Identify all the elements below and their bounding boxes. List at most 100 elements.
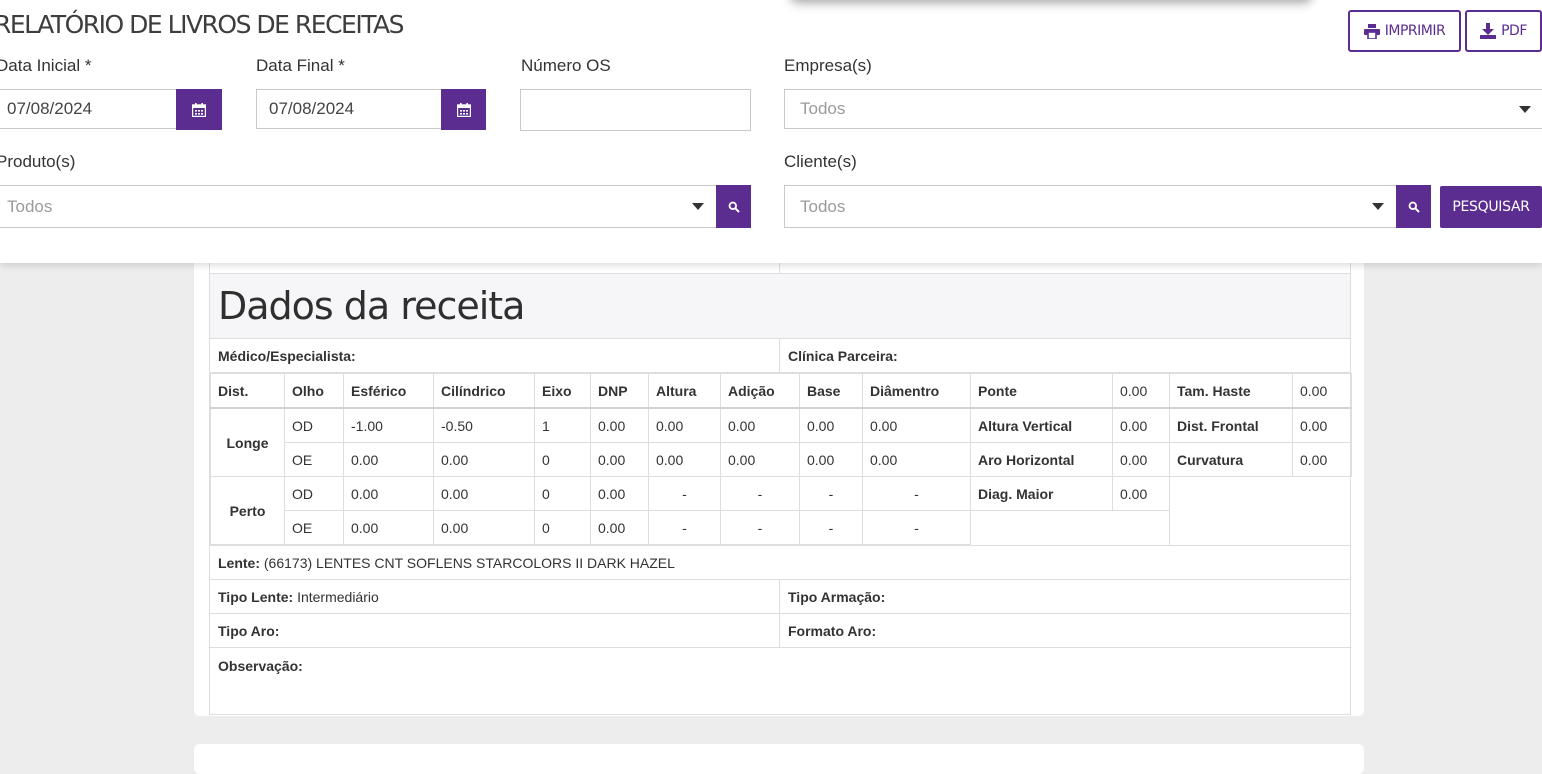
- grid-row-longe-od: Longe OD -1.00 -0.50 1 0.00 0.00 0.00 0.…: [210, 407, 1352, 477]
- start-date-input[interactable]: 07/08/2024: [0, 89, 177, 129]
- measure-value: 0.00: [1292, 442, 1352, 477]
- grid-cell: 0.00: [433, 510, 535, 545]
- prescription-grid-row: Dist. Olho Esférico Cilíndrico Eixo DNP …: [209, 372, 1352, 546]
- search-icon: [1408, 201, 1420, 213]
- lens-row: Lente: (66173) LENTES CNT SOFLENS STARCO…: [209, 545, 1351, 580]
- end-date-label: Data Final *: [256, 56, 345, 75]
- grid-header-row: Dist. Olho Esférico Cilíndrico Eixo DNP …: [210, 373, 1352, 409]
- grid-cell: OE: [284, 510, 344, 545]
- grid-cell: 0: [534, 476, 591, 511]
- doctor-label: Médico/Especialista:: [218, 347, 356, 364]
- measure-label: Aro Horizontal: [970, 442, 1113, 477]
- measure-value: 0.00: [1292, 407, 1352, 443]
- col-esferico: Esférico: [343, 373, 434, 409]
- grid-cell: -: [799, 510, 863, 545]
- col-dist: Dist.: [210, 373, 285, 409]
- start-date-picker-button[interactable]: [176, 89, 222, 130]
- product-search-button[interactable]: [716, 185, 751, 228]
- measure-value: 0.00: [1112, 407, 1170, 443]
- col-diametro: Diâmentro: [862, 373, 971, 409]
- measure-label: Dist. Frontal: [1169, 407, 1293, 443]
- measure-label: Curvatura: [1169, 442, 1293, 477]
- order-number-input[interactable]: [520, 89, 751, 131]
- lens-type-value: Intermediário: [297, 588, 379, 605]
- grid-cell: -: [720, 510, 800, 545]
- grid-cell: -: [648, 476, 721, 511]
- observation-label: Observação:: [218, 658, 303, 674]
- grid-cell: 0.00: [590, 510, 649, 545]
- order-number-label: Número OS: [521, 56, 611, 75]
- grid-cell: 0.00: [862, 442, 971, 477]
- search-icon: [728, 201, 740, 213]
- clinic-label: Clínica Parceira:: [788, 347, 898, 364]
- grid-cell: 0.00: [862, 407, 971, 443]
- client-select[interactable]: Todos: [784, 185, 1397, 228]
- next-report-card: [194, 744, 1364, 774]
- company-select[interactable]: Todos: [784, 89, 1542, 129]
- pdf-label: PDF: [1501, 23, 1527, 39]
- print-icon: [1363, 23, 1380, 39]
- col-olho: Olho: [284, 373, 344, 409]
- col-cilindrico: Cilíndrico: [433, 373, 535, 409]
- col-eixo: Eixo: [534, 373, 591, 409]
- grid-cell: 0.00: [343, 476, 434, 511]
- grid-cell: 0.00: [433, 442, 535, 477]
- section-heading-row: Dados da receita: [209, 273, 1351, 339]
- col-altura: Altura: [648, 373, 721, 409]
- grid-cell: OE: [284, 442, 344, 477]
- frame-type-label: Tipo Armação:: [788, 588, 886, 605]
- end-date-input[interactable]: 07/08/2024: [256, 89, 442, 129]
- report-table: Dados da receita Médico/Especialista: Cl…: [209, 230, 1352, 715]
- measure-label: Altura Vertical: [970, 407, 1113, 443]
- product-label: Produto(s): [0, 152, 76, 171]
- chevron-down-icon[interactable]: [1519, 106, 1531, 113]
- grid-cell: 0: [534, 510, 591, 545]
- grid-cell: 0.00: [648, 407, 721, 443]
- grid-cell: 0.00: [720, 442, 800, 477]
- grid-cell: -1.00: [343, 407, 434, 443]
- chevron-down-icon[interactable]: [1372, 203, 1384, 210]
- section-title: Dados da receita: [218, 284, 525, 328]
- measure-value: 0.00: [1112, 373, 1170, 409]
- grid-cell: -: [648, 510, 721, 545]
- grid-row-perto-od: Perto OD 0.00 0.00 0 0.00 - - - - Diag. …: [210, 476, 1352, 545]
- end-date-picker-button[interactable]: [441, 89, 486, 130]
- rim-type-label: Tipo Aro:: [218, 622, 280, 639]
- search-button[interactable]: PESQUISAR: [1440, 186, 1542, 228]
- doctor-row: Médico/Especialista: Clínica Parceira:: [209, 338, 1351, 373]
- col-dnp: DNP: [590, 373, 649, 409]
- grid-cell: OD: [284, 476, 344, 511]
- grid-cell: 1: [534, 407, 591, 443]
- pdf-button[interactable]: PDF: [1465, 10, 1542, 52]
- product-select[interactable]: Todos: [0, 185, 717, 228]
- rim-format-label: Formato Aro:: [788, 622, 877, 639]
- lens-value: (66173) LENTES CNT SOFLENS STARCOLORS II…: [263, 554, 675, 571]
- calendar-icon: [456, 102, 471, 117]
- grid-cell: 0.00: [590, 476, 649, 511]
- grid-cell: 0.00: [799, 442, 863, 477]
- client-search-button[interactable]: [1396, 185, 1431, 228]
- calendar-icon: [192, 102, 206, 117]
- lens-type-row: Tipo Lente: Intermediário Tipo Armação:: [209, 579, 1351, 614]
- measure-value: 0.00: [1292, 373, 1352, 409]
- observation-row: Observação:: [209, 647, 1351, 715]
- chevron-down-icon[interactable]: [692, 203, 704, 210]
- grid-cell: -: [799, 476, 863, 511]
- grid-cell: -: [862, 476, 971, 511]
- client-label: Cliente(s): [784, 152, 857, 171]
- grid-cell: -: [720, 476, 800, 511]
- measure-label: Ponte: [970, 373, 1113, 409]
- grid-cell: 0.00: [343, 442, 434, 477]
- dist-perto: Perto: [210, 476, 285, 545]
- grid-cell: 0.00: [590, 442, 649, 477]
- col-adicao: Adição: [720, 373, 800, 409]
- grid-cell: -0.50: [433, 407, 535, 443]
- dist-longe: Longe: [210, 407, 285, 477]
- grid-cell: 0.00: [720, 407, 800, 443]
- grid-cell: 0.00: [433, 476, 535, 511]
- grid-row-longe-oe: OE 0.00 0.00 0 0.00 0.00 0.00 0.00 0.00 …: [211, 442, 1352, 477]
- grid-cell: 0.00: [799, 407, 863, 443]
- print-button[interactable]: IMPRIMIR: [1348, 10, 1461, 52]
- grid-cell: OD: [284, 407, 344, 443]
- page-title: RELATÓRIO DE LIVROS DE RECEITAS: [0, 10, 405, 39]
